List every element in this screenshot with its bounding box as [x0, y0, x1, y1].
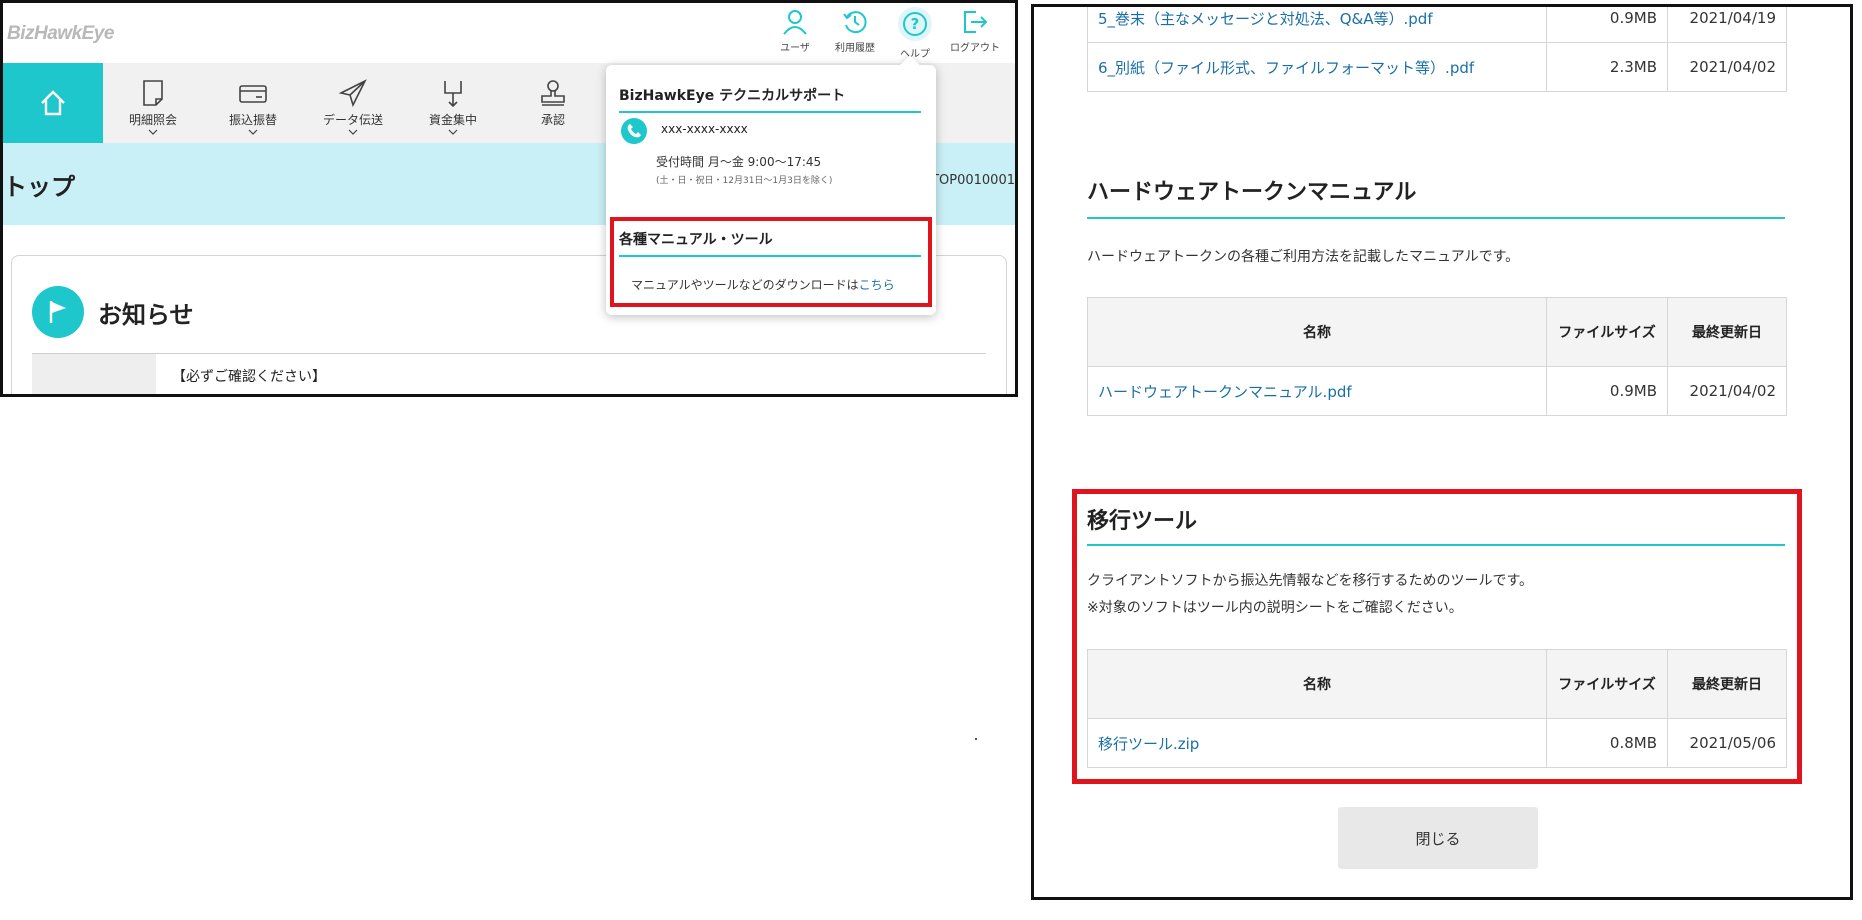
logout-icon [964, 11, 988, 33]
help-label: ヘルプ [900, 49, 930, 60]
support-phone: xxx-xxxx-xxxx [661, 122, 748, 136]
manual-download-screenshot: 5_巻末（主なメッセージと対処法、Q&A等）.pdf 0.9MB 2021/04… [1031, 4, 1853, 900]
chevron-down-icon [348, 129, 358, 135]
user-button[interactable]: ユーザ [765, 9, 825, 54]
user-icon [783, 10, 807, 35]
file-link[interactable]: 5_巻末（主なメッセージと対処法、Q&A等）.pdf [1098, 10, 1433, 28]
highlight-box [1072, 489, 1802, 784]
section-rule [1087, 217, 1785, 219]
file-date: 2021/04/19 [1667, 7, 1787, 43]
support-title: BizHawkEye テクニカルサポート [619, 85, 921, 113]
nav-transfer-label: 振込振替 [228, 113, 277, 127]
logout-button[interactable]: ログアウト [945, 9, 1005, 54]
nav-approval-label: 承認 [540, 113, 565, 127]
hw-section-desc: ハードウェアトークンの各種ご利用方法を記載したマニュアルです。 [1087, 249, 1520, 265]
file-link[interactable]: ハードウェアトークンマニュアル.pdf [1098, 383, 1352, 401]
table-row: 6_別紙（ファイル形式、ファイルフォーマット等）.pdf 2.3MB 2021/… [1087, 42, 1787, 92]
col-header-date: 最終更新日 [1667, 297, 1787, 367]
paper-plane-icon [338, 79, 367, 107]
portal-screenshot: BizHawkEye ユーザ 利用履歴 ? ヘルプ ログアウト 明細照会 振込振… [0, 0, 1018, 397]
help-popup: BizHawkEye テクニカルサポート xxx-xxxx-xxxx 受付時間 … [606, 55, 936, 315]
history-icon [843, 11, 867, 34]
user-label: ユーザ [780, 43, 810, 54]
file-date: 2021/04/02 [1667, 42, 1787, 92]
chevron-down-icon [448, 129, 458, 135]
support-hours: 受付時間 月～金 9:00～17:45 [656, 155, 822, 169]
file-size: 2.3MB [1546, 42, 1668, 92]
nav-statement-label: 明細照会 [128, 113, 177, 127]
home-button[interactable] [3, 63, 103, 143]
news-line: 【必ずご確認ください】 [172, 369, 326, 385]
funds-icon [444, 81, 462, 107]
top-bar: BizHawkEye ユーザ 利用履歴 ? ヘルプ ログアウト [3, 3, 1015, 63]
logout-label: ログアウト [950, 43, 1000, 54]
highlight-box [610, 217, 932, 307]
hw-files-table: 名称 ファイルサイズ 最終更新日 ハードウェアトークンマニュアル.pdf 0.9… [1087, 297, 1787, 416]
manual-files-table: 5_巻末（主なメッセージと対処法、Q&A等）.pdf 0.9MB 2021/04… [1087, 7, 1787, 92]
news-date-column [32, 354, 156, 394]
chevron-down-icon [248, 129, 258, 135]
stamp-icon [541, 80, 565, 106]
nav-data-transfer-label: データ伝送 [322, 113, 383, 127]
help-button[interactable]: ? ヘルプ [885, 7, 945, 60]
col-header-name: 名称 [1087, 297, 1547, 367]
chevron-down-icon [148, 129, 158, 135]
document-icon [143, 80, 163, 106]
hw-section-title: ハードウェアトークンマニュアル [1087, 180, 1417, 205]
news-title: お知らせ [98, 301, 194, 329]
nav-funds-label: 資金集中 [428, 113, 477, 127]
table-header-row: 名称 ファイルサイズ 最終更新日 [1087, 297, 1787, 367]
svg-text:?: ? [911, 15, 920, 33]
table-row: 5_巻末（主なメッセージと対処法、Q&A等）.pdf 0.9MB 2021/04… [1087, 7, 1787, 43]
file-date: 2021/04/02 [1667, 366, 1787, 416]
nav-approval[interactable]: 承認 [503, 63, 603, 143]
logo: BizHawkEye [7, 23, 114, 44]
home-icon [41, 90, 65, 116]
history-label: 利用履歴 [835, 43, 875, 54]
col-header-size: ファイルサイズ [1546, 297, 1668, 367]
nav-data-transfer[interactable]: データ伝送 [303, 63, 403, 143]
file-size: 0.9MB [1546, 7, 1668, 43]
close-button[interactable]: 閉じる [1338, 807, 1538, 869]
divider [32, 353, 986, 354]
phone-icon [621, 118, 647, 144]
file-link[interactable]: 6_別紙（ファイル形式、ファイルフォーマット等）.pdf [1098, 59, 1474, 77]
page-title: トップ [3, 173, 75, 201]
flag-icon [32, 286, 84, 338]
file-size: 0.9MB [1546, 366, 1668, 416]
help-icon: ? [898, 7, 932, 41]
nav-funds[interactable]: 資金集中 [403, 63, 503, 143]
card-icon [239, 85, 267, 103]
screen-id: STOP0010001 [922, 173, 1015, 188]
nav-transfer[interactable]: 振込振替 [203, 63, 303, 143]
history-button[interactable]: 利用履歴 [825, 9, 885, 54]
table-row: ハードウェアトークンマニュアル.pdf 0.9MB 2021/04/02 [1087, 366, 1787, 416]
nav-statement[interactable]: 明細照会 [103, 63, 203, 143]
support-holiday-note: (土・日・祝日・12月31日～1月3日を除く) [656, 176, 833, 186]
stray-dot [975, 738, 977, 740]
